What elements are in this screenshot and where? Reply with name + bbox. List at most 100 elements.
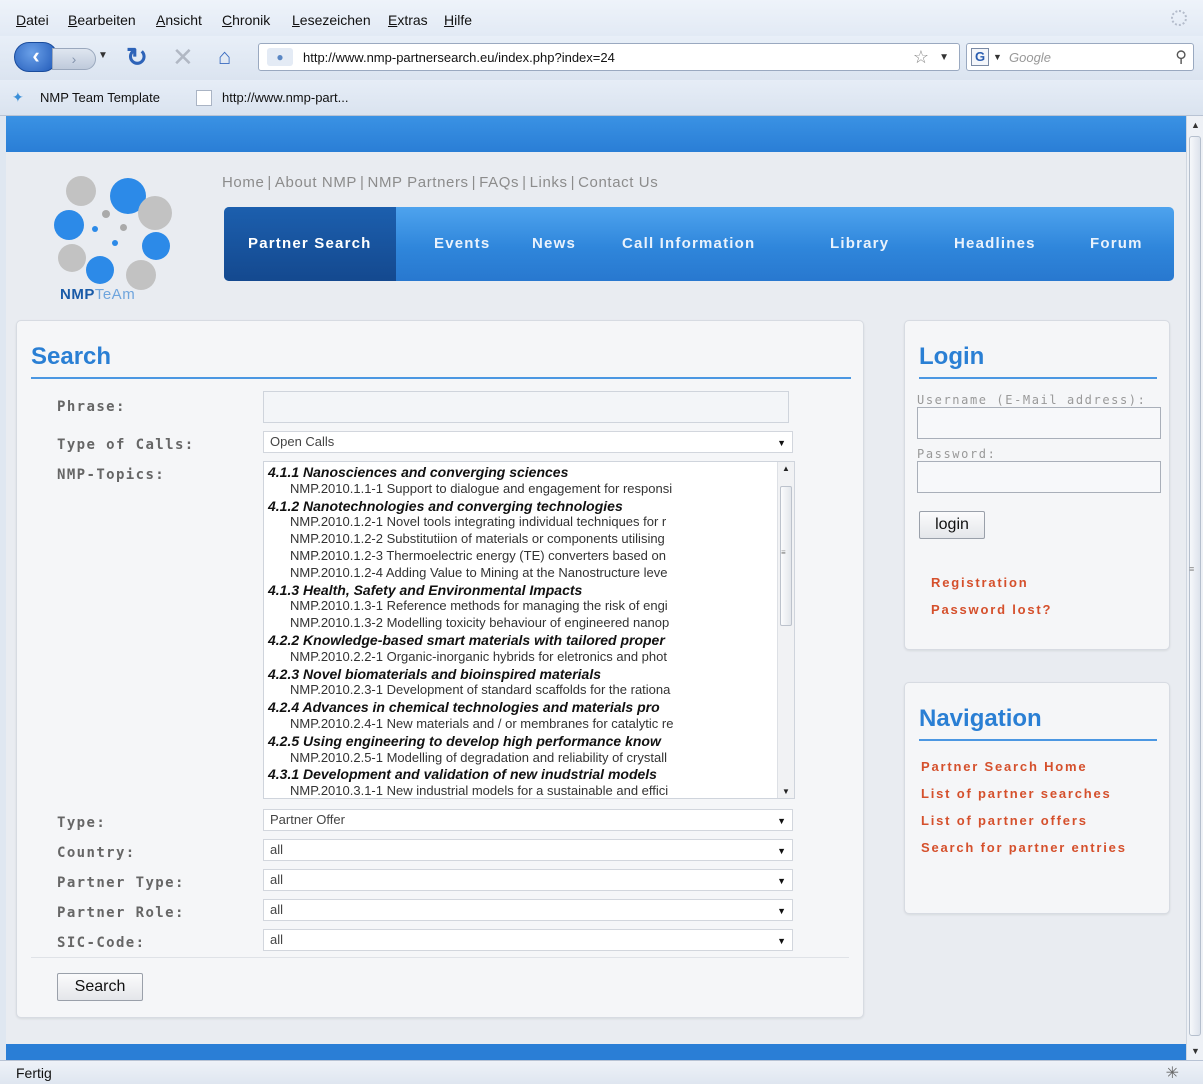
scroll-down-icon[interactable]: ▼ <box>1191 1046 1200 1056</box>
chevron-down-icon: ▼ <box>777 816 786 826</box>
scroll-up-icon[interactable]: ▲ <box>782 464 790 473</box>
nav-forum[interactable]: Forum <box>1090 207 1143 281</box>
status-text: Fertig <box>16 1065 52 1081</box>
bookmark-star-icon[interactable]: ☆ <box>913 47 929 68</box>
password-label: Password: <box>917 447 997 461</box>
page-scroll-thumb[interactable] <box>1189 136 1201 1036</box>
web-search-placeholder[interactable]: Google <box>1009 50 1051 65</box>
topic-group: 4.2.2 Knowledge-based smart materials wi… <box>268 631 665 648</box>
google-engine-icon[interactable]: G <box>971 48 989 66</box>
nav-library[interactable]: Library <box>830 207 889 281</box>
bookmark-nmp-team-template[interactable]: NMP Team Template <box>40 90 160 105</box>
nav-link-search-for-partner-entries[interactable]: Search for partner entries <box>921 836 1165 859</box>
nav-headlines[interactable]: Headlines <box>954 207 1036 281</box>
chevron-down-icon: ▼ <box>777 438 786 448</box>
stop-button[interactable]: ✕ <box>172 44 194 70</box>
bookmark-nmp-partnersearch[interactable]: http://www.nmp-part... <box>222 90 348 105</box>
topic-option[interactable]: NMP.2010.1.2-4 Adding Value to Mining at… <box>266 565 776 582</box>
separator: | <box>267 174 272 191</box>
topics-list-content: 4.1.1 Nanosciences and converging scienc… <box>266 464 776 796</box>
scroll-up-icon[interactable]: ▲ <box>1191 120 1200 130</box>
history-dropdown-icon[interactable]: ▼ <box>98 50 108 61</box>
topic-option[interactable]: NMP.2010.2.5-1 Modelling of degradation … <box>266 750 776 767</box>
topic-option[interactable]: NMP.2010.1.2-1 Novel tools integrating i… <box>266 514 776 531</box>
nav-call-information[interactable]: Call Information <box>622 207 755 281</box>
username-label: Username (E-Mail address): <box>917 393 1147 407</box>
partner-role-select[interactable]: all ▼ <box>263 899 793 921</box>
logo-dot <box>142 232 170 260</box>
logo-dot <box>58 244 86 272</box>
home-button[interactable]: ⌂ <box>218 45 231 69</box>
nav-link-list-of-partner-searches[interactable]: List of partner searches <box>921 782 1165 805</box>
sic-code-select[interactable]: all ▼ <box>263 929 793 951</box>
menu-lesezeichen[interactable]: Lesezeichen <box>292 12 371 28</box>
toplink-home[interactable]: Home <box>222 174 264 191</box>
toplink-links[interactable]: Links <box>530 174 568 191</box>
type-value: Partner Offer <box>270 812 345 827</box>
topic-option[interactable]: NMP.2010.2.2-1 Organic-inorganic hybrids… <box>266 649 776 666</box>
scroll-down-icon[interactable]: ▼ <box>782 787 790 796</box>
toplink-nmp-partners[interactable]: NMP Partners <box>368 174 469 191</box>
nav-link-list-of-partner-offers[interactable]: List of partner offers <box>921 809 1165 832</box>
logo-text-nmp: NMP <box>60 286 95 303</box>
topic-option[interactable]: NMP.2010.2.4-1 New materials and / or me… <box>266 716 776 733</box>
toplink-contact-us[interactable]: Contact Us <box>578 174 658 191</box>
arrow-right-icon: › <box>71 51 77 67</box>
registration-link[interactable]: Registration <box>931 575 1028 590</box>
topic-option[interactable]: NMP.2010.3.1-1 New industrial models for… <box>266 783 776 796</box>
navigation-title: Navigation <box>919 705 1042 732</box>
menu-datei[interactable]: Datei <box>16 12 49 28</box>
engine-dropdown-icon[interactable]: ▼ <box>993 52 1002 62</box>
menu-bearbeiten[interactable]: Bearbeiten <box>68 12 136 28</box>
toplink-faqs[interactable]: FAQs <box>479 174 519 191</box>
search-button[interactable]: Search <box>57 973 143 1001</box>
topic-option[interactable]: NMP.2010.1.3-2 Modelling toxicity behavi… <box>266 615 776 632</box>
menu-extras[interactable]: Extras <box>388 12 428 28</box>
phrase-input[interactable] <box>263 391 789 423</box>
nav-partner-search[interactable]: Partner Search <box>224 207 396 281</box>
resize-grip-icon[interactable]: ✳ <box>1166 1063 1179 1083</box>
search-panel: Search Phrase: Type of Calls: Open Calls… <box>16 320 864 1018</box>
type-select[interactable]: Partner Offer ▼ <box>263 809 793 831</box>
partner-type-select[interactable]: all ▼ <box>263 869 793 891</box>
country-select[interactable]: all ▼ <box>263 839 793 861</box>
topic-option[interactable]: NMP.2010.1.3-1 Reference methods for man… <box>266 598 776 615</box>
site-identity-icon[interactable]: ● <box>267 48 293 66</box>
main-navigation: Partner Search Events News Call Informat… <box>224 207 1174 281</box>
password-lost-link[interactable]: Password lost? <box>931 602 1052 617</box>
toplink-about-nmp[interactable]: About NMP <box>275 174 357 191</box>
web-search-box[interactable]: G ▼ Google ⚲ <box>966 43 1194 71</box>
topic-group: 4.2.4 Advances in chemical technologies … <box>268 699 660 716</box>
magnifier-icon[interactable]: ⚲ <box>1175 47 1187 67</box>
password-input[interactable] <box>917 461 1161 493</box>
topic-option[interactable]: NMP.2010.1.2-3 Thermoelectric energy (TE… <box>266 548 776 565</box>
topic-option[interactable]: NMP.2010.2.3-1 Development of standard s… <box>266 682 776 699</box>
page-scrollbar[interactable]: ▲ ≡ ▼ <box>1186 116 1203 1060</box>
topic-option[interactable]: NMP.2010.1.2-2 Substitutiion of material… <box>266 531 776 548</box>
nmpteam-logo[interactable]: NMPTeAm <box>54 176 174 308</box>
forward-button[interactable]: › <box>52 48 96 70</box>
login-button[interactable]: login <box>919 511 985 539</box>
partner-role-value: all <box>270 902 284 917</box>
url-dropdown-icon[interactable]: ▼ <box>939 52 949 63</box>
url-text[interactable]: http://www.nmp-partnersearch.eu/index.ph… <box>303 50 615 65</box>
menu-chronik[interactable]: Chronik <box>222 12 270 28</box>
topic-group: 4.3.1 Development and validation of new … <box>268 766 657 783</box>
topics-scrollbar[interactable]: ▲ ≡ ▼ <box>777 462 794 798</box>
logo-dot <box>138 196 172 230</box>
menu-hilfe[interactable]: Hilfe <box>444 12 472 28</box>
nav-news[interactable]: News <box>532 207 576 281</box>
nmp-topics-listbox[interactable]: 4.1.1 Nanosciences and converging scienc… <box>263 461 795 799</box>
nav-events[interactable]: Events <box>434 207 490 281</box>
type-of-calls-select[interactable]: Open Calls ▼ <box>263 431 793 453</box>
logo-dot <box>66 176 96 206</box>
reload-button[interactable]: ↻ <box>126 44 148 70</box>
topic-option[interactable]: NMP.2010.1.1-1 Support to dialogue and e… <box>266 481 776 498</box>
separator: | <box>522 174 527 191</box>
nav-link-partner-search-home[interactable]: Partner Search Home <box>921 755 1165 778</box>
partner-type-value: all <box>270 872 284 887</box>
menu-ansicht[interactable]: Ansicht <box>156 12 202 28</box>
type-label: Type: <box>57 815 107 831</box>
url-bar[interactable]: ● http://www.nmp-partnersearch.eu/index.… <box>258 43 960 71</box>
username-input[interactable] <box>917 407 1161 439</box>
